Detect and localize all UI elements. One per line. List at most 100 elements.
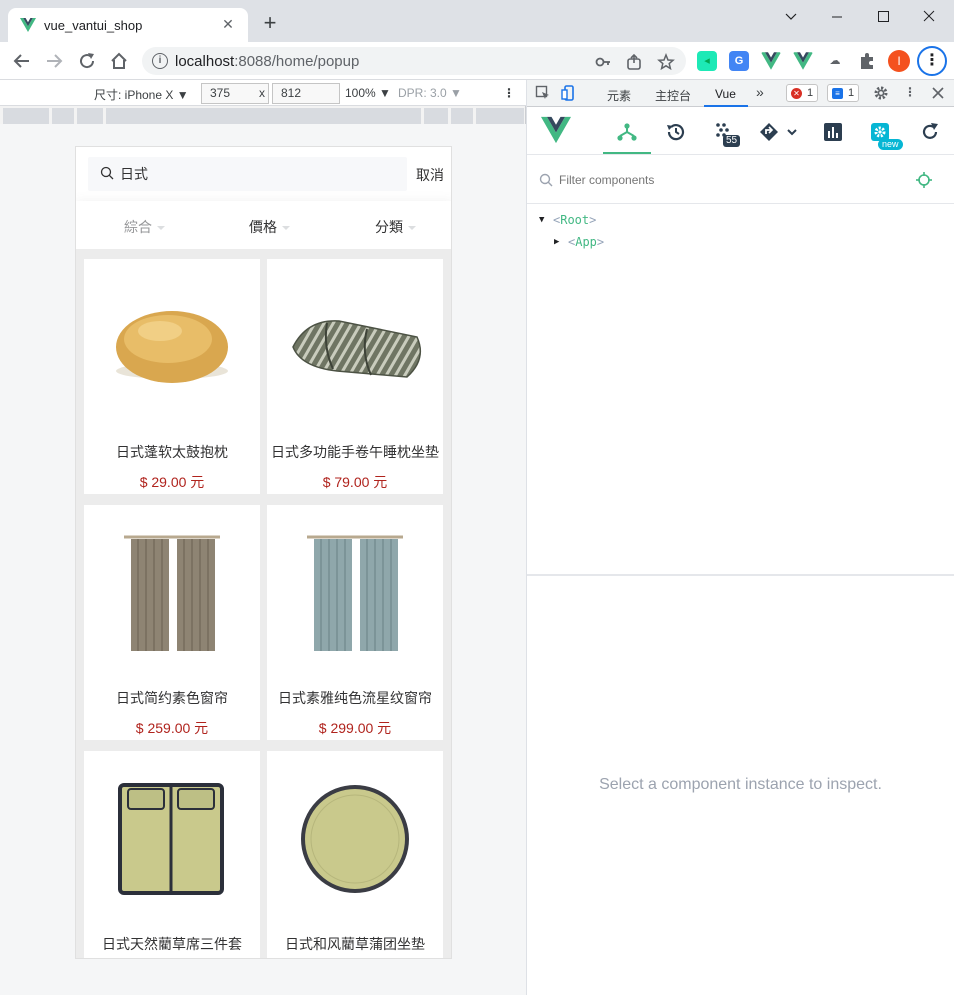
product-card[interactable]: 日式多功能手卷午睡枕坐垫 $ 79.00 元 bbox=[267, 259, 443, 494]
sort-tab-comprehensive[interactable]: 綜合 bbox=[124, 217, 165, 237]
caret-down-icon bbox=[282, 226, 290, 231]
maximize-button[interactable] bbox=[860, 4, 906, 30]
key-icon[interactable] bbox=[594, 53, 612, 71]
select-component-target-icon[interactable] bbox=[916, 172, 932, 188]
profile-avatar[interactable]: I bbox=[888, 50, 910, 72]
minimize-button[interactable] bbox=[814, 4, 860, 30]
product-card[interactable]: 日式蓬软太鼓抱枕 $ 29.00 元 bbox=[84, 259, 260, 494]
maximize-icon bbox=[878, 11, 889, 22]
settings-gear-icon[interactable] bbox=[873, 85, 889, 101]
forward-button[interactable] bbox=[42, 49, 66, 73]
sort-tab-price[interactable]: 價格 bbox=[249, 217, 290, 237]
inspector-empty-message: Select a component instance to inspect. bbox=[599, 776, 882, 793]
component-inspector: Select a component instance to inspect. bbox=[527, 576, 954, 995]
vue-devtools-extension-icon[interactable] bbox=[761, 51, 781, 71]
tab-close-icon[interactable]: ✕ bbox=[218, 14, 238, 34]
devtools-tabbar: 元素 主控台 Vue » ✕ 1 ≡ 1 ⋮ bbox=[527, 80, 954, 107]
blue-curtain-icon bbox=[307, 535, 403, 651]
product-name: 日式简约素色窗帘 bbox=[116, 690, 228, 706]
tree-node-app[interactable]: ▶ <App> bbox=[554, 235, 604, 249]
reload-button[interactable] bbox=[75, 49, 99, 73]
brown-curtain-icon bbox=[124, 535, 220, 651]
timeline-count-badge: 55 bbox=[723, 135, 741, 147]
product-card[interactable]: 日式和风藺草蒲团坐垫 bbox=[267, 751, 443, 958]
caret-collapsed-icon[interactable]: ▶ bbox=[554, 237, 559, 247]
product-card[interactable]: 日式简约素色窗帘 $ 259.00 元 bbox=[84, 505, 260, 740]
error-count-badge[interactable]: ✕ 1 bbox=[786, 84, 819, 102]
router-icon[interactable] bbox=[757, 119, 801, 145]
extension-translate-icon[interactable]: G bbox=[729, 51, 749, 71]
device-select[interactable]: 尺寸: iPhone X ▼ bbox=[94, 86, 189, 103]
close-icon bbox=[923, 10, 935, 22]
zoom-select[interactable]: 100% ▼ bbox=[345, 86, 391, 100]
new-tab-button[interactable]: + bbox=[258, 12, 282, 36]
tatami-mat-set-icon bbox=[118, 783, 224, 895]
active-tool-indicator bbox=[603, 152, 651, 154]
url-text: localhost:8088/home/popup bbox=[175, 53, 360, 70]
vue-logo-icon bbox=[20, 18, 36, 32]
new-badge: new bbox=[878, 139, 903, 150]
performance-chart-icon[interactable] bbox=[820, 119, 846, 145]
more-tabs-button[interactable]: » bbox=[756, 84, 764, 100]
chevron-down-icon bbox=[785, 13, 797, 20]
error-icon: ✕ bbox=[791, 88, 802, 99]
bookmark-star-icon[interactable] bbox=[657, 52, 675, 71]
history-icon[interactable] bbox=[663, 119, 689, 145]
tab-title: vue_vantui_shop bbox=[44, 18, 143, 33]
search-box[interactable] bbox=[88, 157, 407, 191]
home-button[interactable] bbox=[107, 49, 131, 73]
dpr-select[interactable]: DPR: 3.0 ▼ bbox=[398, 86, 462, 100]
chrome-menu-button[interactable]: ⋮ bbox=[917, 46, 947, 76]
tree-node-root[interactable]: ▼ <Root> bbox=[539, 213, 596, 227]
window-dropdown-button[interactable] bbox=[768, 4, 814, 30]
product-price: $ 299.00 元 bbox=[318, 720, 392, 736]
vue-logo-icon bbox=[541, 116, 571, 144]
product-grid: 日式蓬软太鼓抱枕 $ 29.00 元 日式多功能手卷午睡枕坐垫 $ 79.00 … bbox=[76, 249, 451, 958]
component-tree: ▼ <Root> ▶ <App> bbox=[527, 206, 954, 574]
caret-expanded-icon[interactable]: ▼ bbox=[539, 215, 544, 225]
close-window-button[interactable] bbox=[906, 4, 952, 30]
device-toolbar: 尺寸: iPhone X ▼ 375 x 812 100% ▼ DPR: 3.0… bbox=[0, 80, 526, 106]
vue-devtools-extension-2-icon[interactable] bbox=[793, 51, 813, 71]
tab-elements[interactable]: 元素 bbox=[607, 87, 631, 104]
round-tatami-cushion-icon bbox=[301, 785, 409, 893]
device-emulation-pane: 尺寸: iPhone X ▼ 375 x 812 100% ▼ DPR: 3.0… bbox=[0, 80, 526, 995]
tab-console[interactable]: 主控台 bbox=[655, 87, 691, 104]
devtools-menu-icon[interactable]: ⋮ bbox=[904, 85, 916, 99]
vue-devtools-toolbar: 55 new bbox=[527, 107, 954, 155]
home-icon bbox=[111, 52, 127, 69]
sort-tab-category[interactable]: 分類 bbox=[375, 217, 416, 237]
device-toolbar-toggle-icon[interactable] bbox=[561, 85, 577, 101]
close-devtools-icon[interactable] bbox=[931, 86, 945, 100]
message-count-badge[interactable]: ≡ 1 bbox=[827, 84, 860, 102]
extensions-puzzle-icon[interactable] bbox=[857, 51, 877, 71]
extension-cloud-icon[interactable]: ☁ bbox=[825, 51, 845, 71]
extension-audio-icon[interactable]: ◂ bbox=[697, 51, 717, 71]
media-query-bar[interactable] bbox=[3, 108, 524, 124]
caret-down-icon bbox=[408, 226, 416, 231]
timeline-button[interactable]: 55 bbox=[712, 119, 741, 147]
product-name: 日式多功能手卷午睡枕坐垫 bbox=[271, 444, 439, 460]
device-height-input[interactable]: 812 bbox=[272, 83, 340, 104]
filter-components-input[interactable] bbox=[559, 168, 899, 192]
address-bar[interactable]: i localhost:8088/home/popup bbox=[142, 47, 686, 75]
back-button[interactable] bbox=[10, 49, 34, 73]
inspect-element-icon[interactable] bbox=[535, 85, 551, 101]
components-tree-icon[interactable] bbox=[614, 119, 640, 145]
cancel-button[interactable]: 取消 bbox=[416, 165, 444, 185]
devtools-panel: 元素 主控台 Vue » ✕1 ≡1 ⋮ 55 new ▼ bbox=[527, 80, 954, 995]
site-info-icon[interactable]: i bbox=[152, 53, 168, 69]
product-card[interactable]: 日式素雅纯色流星纹窗帘 $ 299.00 元 bbox=[267, 505, 443, 740]
caret-down-icon bbox=[157, 226, 165, 231]
share-icon[interactable] bbox=[625, 53, 643, 71]
arrow-left-icon bbox=[13, 54, 29, 68]
settings-button[interactable]: new bbox=[867, 119, 903, 150]
refresh-icon[interactable] bbox=[917, 119, 943, 145]
browser-tab[interactable]: vue_vantui_shop ✕ bbox=[8, 8, 248, 42]
search-icon bbox=[100, 166, 114, 180]
tab-vue[interactable]: Vue bbox=[715, 87, 736, 101]
device-more-options-icon[interactable]: ⋮ bbox=[503, 86, 515, 100]
search-icon bbox=[539, 173, 553, 187]
product-card[interactable]: 日式天然藺草席三件套 bbox=[84, 751, 260, 958]
search-input[interactable] bbox=[120, 157, 400, 191]
